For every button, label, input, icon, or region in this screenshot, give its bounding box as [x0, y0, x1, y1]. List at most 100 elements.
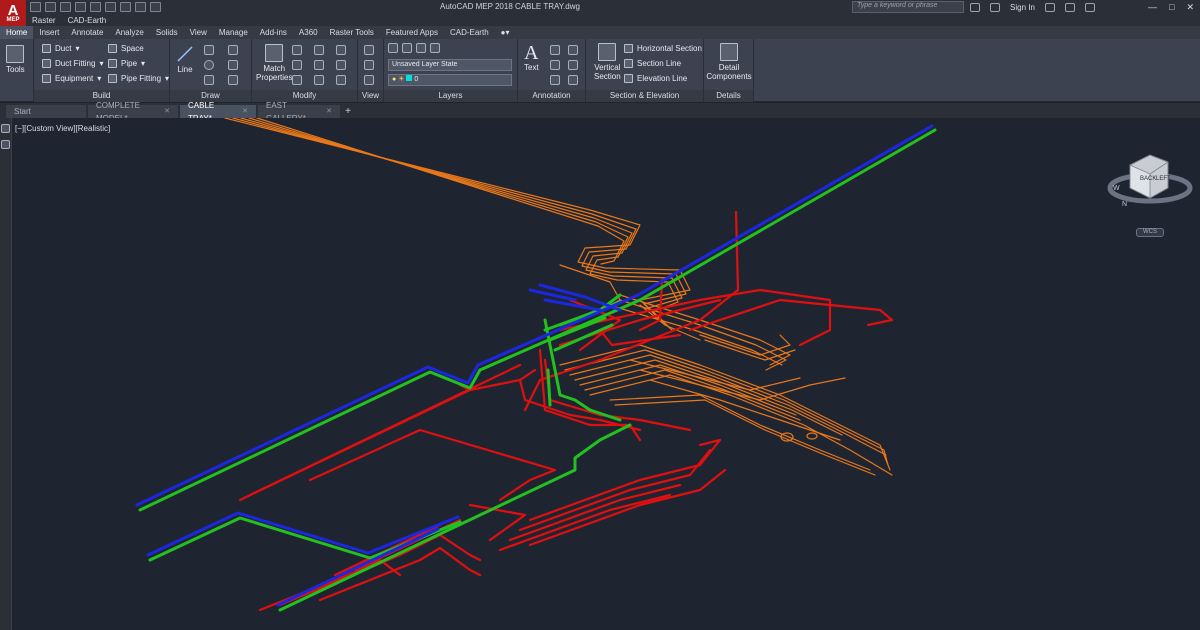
- view-panel-title[interactable]: View: [358, 90, 383, 102]
- ribbon-tab-annotate[interactable]: Annotate: [65, 26, 109, 39]
- layers-panel-title[interactable]: Layers: [384, 90, 517, 102]
- viewcube-face-left[interactable]: LEFT: [1156, 176, 1171, 182]
- tag-icon[interactable]: [550, 75, 560, 85]
- layer-tool-icon-3[interactable]: [430, 43, 440, 53]
- region-icon[interactable]: [228, 75, 238, 85]
- view-icon-1[interactable]: [364, 45, 374, 55]
- duct-fitting-button[interactable]: Duct Fitting ▾: [42, 59, 103, 68]
- construction-line-icon[interactable]: [228, 45, 238, 55]
- stretch-icon[interactable]: [292, 60, 302, 70]
- ribbon-tab-featured-apps[interactable]: Featured Apps: [380, 26, 444, 39]
- array-icon[interactable]: [336, 75, 346, 85]
- close-icon[interactable]: ✕: [1186, 2, 1194, 13]
- layer-tool-icon-1[interactable]: [402, 43, 412, 53]
- layer-tool-icon-2[interactable]: [416, 43, 426, 53]
- open-icon[interactable]: [45, 2, 56, 12]
- layer-state-dropdown[interactable]: Unsaved Layer State: [388, 59, 512, 71]
- pipe-button[interactable]: Pipe ▾: [108, 59, 145, 68]
- view-icon-3[interactable]: [364, 75, 374, 85]
- detail-components-button[interactable]: Detail Components: [706, 43, 752, 81]
- explode-icon[interactable]: [336, 60, 346, 70]
- horizontal-section-button[interactable]: Horizontal Section: [624, 44, 702, 53]
- file-tab-cable-tray[interactable]: CABLE TRAY*✕: [180, 101, 256, 123]
- customize-icon[interactable]: [150, 2, 161, 12]
- line-button[interactable]: Line: [176, 45, 194, 74]
- ribbon-tab-home[interactable]: Home: [0, 26, 34, 39]
- cable-tray-model[interactable]: BACK LEFT W N: [0, 118, 1200, 630]
- table-icon[interactable]: [550, 60, 560, 70]
- share-icon[interactable]: [135, 2, 146, 12]
- close-tab-icon[interactable]: ✕: [242, 105, 248, 118]
- vertical-section-button[interactable]: Vertical Section: [594, 43, 621, 81]
- ribbon-tab-manage[interactable]: Manage: [213, 26, 254, 39]
- ribbon-tab-solids[interactable]: Solids: [150, 26, 184, 39]
- equipment-button[interactable]: Equipment ▾: [42, 74, 101, 83]
- pipe-fitting-button[interactable]: Pipe Fitting ▾: [108, 74, 169, 83]
- text-button[interactable]: A Text: [524, 43, 539, 72]
- file-tab-complete-model[interactable]: COMPLETE MODEL*✕: [88, 101, 178, 123]
- mirror-icon[interactable]: [314, 60, 324, 70]
- ribbon-tab-a360[interactable]: A360: [293, 26, 324, 39]
- close-tab-icon[interactable]: ✕: [326, 105, 332, 118]
- binoculars-icon[interactable]: [970, 2, 980, 12]
- polyline-icon[interactable]: [204, 45, 214, 55]
- rotate-icon[interactable]: [314, 45, 324, 55]
- exchange-icon[interactable]: [1064, 2, 1075, 12]
- rectangle-icon[interactable]: [204, 75, 214, 85]
- ribbon-tab-add-ins[interactable]: Add-ins: [254, 26, 293, 39]
- redo-icon[interactable]: [120, 2, 131, 12]
- circle-icon[interactable]: [204, 60, 214, 70]
- elevation-line-button[interactable]: Elevation Line: [624, 74, 687, 83]
- help-search-input[interactable]: Type a keyword or phrase: [852, 1, 964, 13]
- ribbon-tab-raster-tools[interactable]: Raster Tools: [324, 26, 380, 39]
- match-label-1: Match: [263, 64, 286, 73]
- section-panel-title[interactable]: Section & Elevation: [586, 90, 703, 102]
- save-icon[interactable]: [60, 2, 71, 12]
- view-icon-2[interactable]: [364, 60, 374, 70]
- viewcube-face-back[interactable]: BACK: [1140, 176, 1156, 182]
- new-tab-icon[interactable]: +: [342, 106, 354, 118]
- scale-icon[interactable]: [314, 75, 324, 85]
- ribbon-tab-cad-earth[interactable]: CAD-Earth: [444, 26, 495, 39]
- ribbon-tab-insert[interactable]: Insert: [33, 26, 65, 39]
- section-line-button[interactable]: Section Line: [624, 59, 681, 68]
- duct-button[interactable]: Duct ▾: [42, 44, 79, 53]
- cart-icon[interactable]: [1044, 2, 1055, 12]
- maximize-icon[interactable]: □: [1169, 2, 1174, 12]
- view-cube[interactable]: BACK LEFT W N: [1107, 154, 1193, 208]
- ucs-menu-button[interactable]: WCS: [1136, 228, 1164, 237]
- menu-cad-earth[interactable]: CAD-Earth: [68, 16, 107, 25]
- new-icon[interactable]: [30, 2, 41, 12]
- layer-properties-icon[interactable]: [388, 43, 398, 53]
- details-panel-title[interactable]: Details: [704, 90, 753, 102]
- current-layer-dropdown[interactable]: ● ☀ 0: [388, 74, 512, 86]
- annotation-panel-title[interactable]: Annotation: [518, 90, 585, 102]
- menu-raster[interactable]: Raster: [32, 16, 56, 25]
- move-icon[interactable]: [292, 45, 302, 55]
- space-button[interactable]: Space: [108, 44, 144, 53]
- markup-icon[interactable]: [568, 60, 578, 70]
- ribbon-tab-view[interactable]: View: [184, 26, 213, 39]
- fillet-icon[interactable]: [336, 45, 346, 55]
- file-tab-east-gallery[interactable]: EAST GALLERY*✕: [258, 101, 340, 123]
- help-icon[interactable]: [1084, 2, 1095, 12]
- ribbon-tab-analyze[interactable]: Analyze: [109, 26, 149, 39]
- dimension-icon[interactable]: [550, 45, 560, 55]
- ribbon-minimize-icon[interactable]: ●▾: [495, 26, 516, 39]
- schedule-icon[interactable]: [568, 75, 578, 85]
- user-icon[interactable]: [990, 2, 1000, 12]
- leader-icon[interactable]: [568, 45, 578, 55]
- undo-icon[interactable]: [105, 2, 116, 12]
- match-properties-button[interactable]: Match Properties: [256, 44, 292, 82]
- application-menu-button[interactable]: A MEP: [0, 0, 26, 26]
- tools-button[interactable]: Tools: [6, 45, 25, 74]
- file-tab-start[interactable]: Start: [6, 105, 86, 118]
- hatch-icon[interactable]: [228, 60, 238, 70]
- save-as-icon[interactable]: [75, 2, 86, 12]
- print-icon[interactable]: [90, 2, 101, 12]
- section-line-icon: [624, 59, 633, 68]
- minimize-icon[interactable]: —: [1148, 2, 1157, 12]
- copy-icon[interactable]: [292, 75, 302, 85]
- close-tab-icon[interactable]: ✕: [164, 105, 170, 118]
- sign-in-link[interactable]: Sign In: [1010, 3, 1035, 12]
